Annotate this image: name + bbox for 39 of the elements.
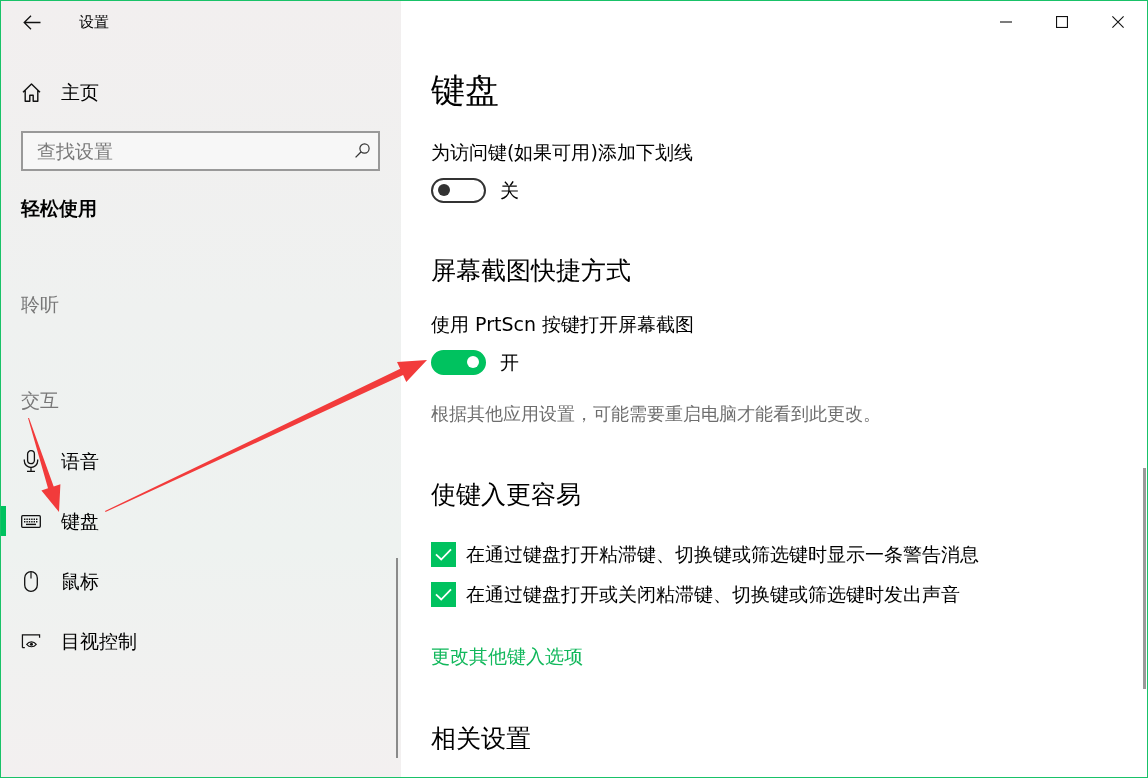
search-icon [355, 143, 370, 158]
keyboard-icon [21, 514, 41, 528]
minimize-icon [1000, 21, 1012, 23]
section-heading: 屏幕截图快捷方式 [431, 256, 632, 286]
note-text: 根据其他应用设置，可能需要重启电脑才能看到此更改。 [431, 402, 882, 426]
setting-label: 为访问键(如果可用)添加下划线 [431, 140, 694, 165]
eye-control-icon [21, 633, 41, 649]
checkbox-label: 在通过键盘打开或关闭粘滞键、切换键或筛选键时发出声音 [466, 582, 960, 607]
page-title: 键盘 [431, 69, 500, 112]
mouse-icon [24, 570, 38, 592]
setting-label: 使用 PrtScn 按键打开屏幕截图 [431, 312, 695, 337]
scrollbar-thumb[interactable] [1143, 468, 1146, 689]
group-heading: 聆听 [20, 293, 60, 317]
nav-item[interactable]: 鼠标 [1, 551, 401, 611]
toggle-switch[interactable] [431, 349, 486, 375]
window-title: 设置 [79, 12, 109, 32]
checkbox-label: 在通过键盘打开粘滞键、切换键或筛选键时显示一条警告消息 [466, 542, 979, 567]
checkmark-icon [435, 547, 452, 561]
section-heading: 相关设置 [431, 724, 532, 754]
scrollbar-thumb[interactable] [396, 558, 398, 758]
nav-item[interactable]: 语音 [1, 431, 401, 491]
toggle-state-label: 开 [500, 350, 519, 375]
section-heading: 使键入更容易 [431, 480, 582, 510]
toggle-switch[interactable] [431, 177, 486, 203]
back-arrow-icon [23, 14, 41, 30]
nav-item[interactable]: 键盘 [1, 491, 401, 551]
microphone-icon [23, 450, 39, 472]
home-nav-item[interactable]: 主页 [1, 72, 401, 112]
checkbox[interactable] [431, 541, 456, 567]
nav-item[interactable]: 目视控制 [1, 611, 401, 671]
category-heading: 轻松使用 [20, 197, 98, 221]
home-icon [21, 82, 41, 102]
toggle-state-label: 关 [500, 178, 519, 203]
checkbox[interactable] [431, 581, 456, 607]
checkmark-icon [435, 587, 452, 601]
maximize-icon [1056, 16, 1068, 28]
group-heading: 交互 [20, 389, 60, 413]
search-field[interactable]: 查找设置 [21, 131, 380, 171]
close-icon [1112, 16, 1124, 28]
